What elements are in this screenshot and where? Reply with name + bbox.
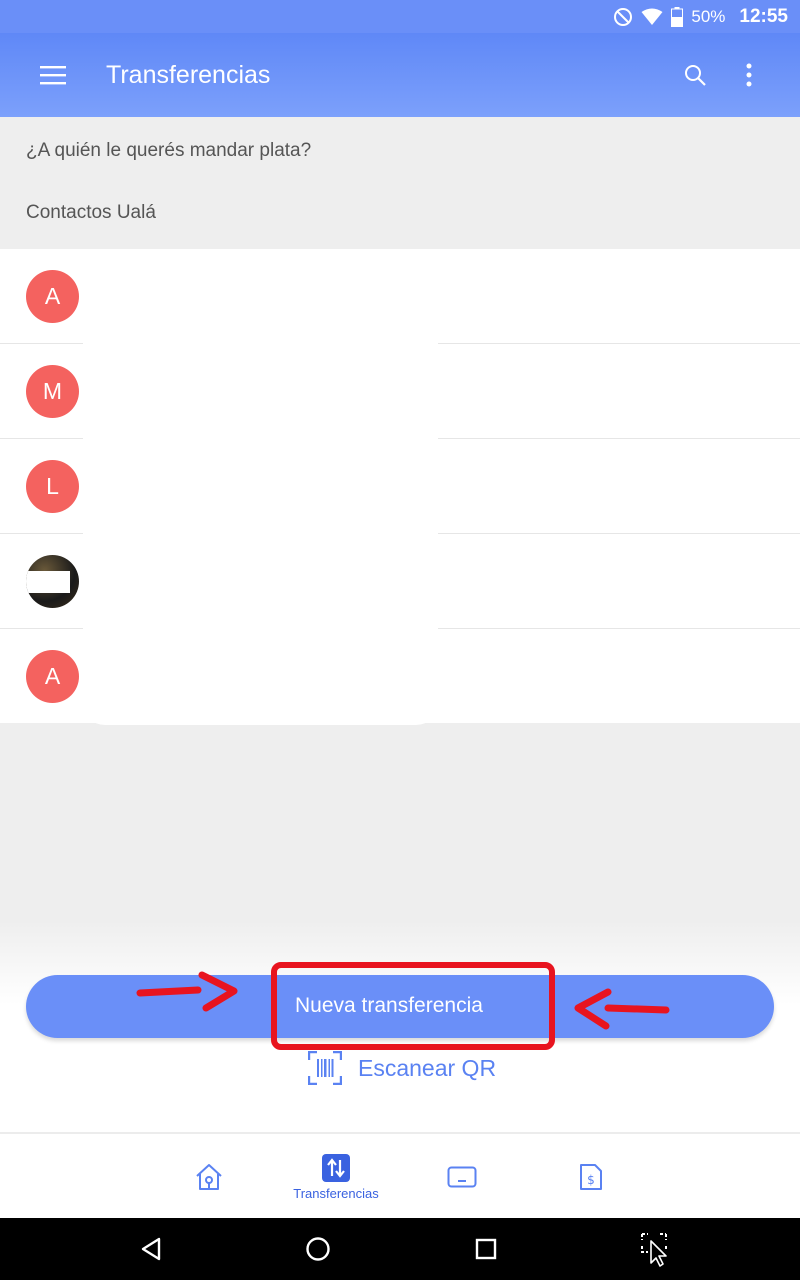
recents-button[interactable] <box>456 1218 516 1280</box>
avatar-photo <box>26 554 79 608</box>
back-button[interactable] <box>121 1218 181 1280</box>
scan-qr-button[interactable]: Escanear QR <box>308 1051 496 1085</box>
scan-qr-label: Escanear QR <box>358 1054 497 1081</box>
screenshot-pointer-icon <box>641 1233 667 1267</box>
highlight-box <box>271 962 555 1050</box>
tab-home[interactable] <box>188 1134 230 1220</box>
tab-transfers[interactable]: Transferencias <box>276 1134 396 1220</box>
page-title: Transferencias <box>106 60 271 89</box>
more-options-button[interactable] <box>722 48 776 102</box>
more-vert-icon <box>746 63 752 87</box>
do-not-disturb-icon <box>614 7 633 26</box>
clock: 12:55 <box>739 5 788 27</box>
avatar: M <box>26 364 79 418</box>
avatar: A <box>26 269 79 323</box>
redacted-area <box>83 256 438 725</box>
app-bar: Transferencias <box>0 33 800 117</box>
barcode-scan-icon <box>308 1051 342 1085</box>
arrow-right-icon <box>136 971 238 1012</box>
search-button[interactable] <box>668 48 722 102</box>
home-icon <box>196 1164 222 1190</box>
tab-transfers-label: Transferencias <box>293 1185 379 1201</box>
menu-button[interactable] <box>26 48 80 102</box>
avatar: A <box>26 650 79 703</box>
bottom-tab-bar: Transferencias $ <box>0 1132 800 1218</box>
recents-square-icon <box>475 1238 497 1260</box>
home-circle-icon <box>306 1237 330 1261</box>
system-nav-bar <box>0 1218 800 1280</box>
tab-payments[interactable]: $ <box>576 1134 606 1220</box>
battery-percent: 50% <box>691 6 726 26</box>
status-bar: 50% 12:55 <box>0 0 800 33</box>
battery-icon <box>671 6 684 27</box>
avatar: L <box>26 459 79 513</box>
home-nav-button[interactable] <box>288 1218 348 1280</box>
invoice-dollar-icon: $ <box>580 1164 602 1190</box>
screenshot-button[interactable] <box>624 1218 684 1280</box>
back-triangle-icon <box>141 1237 161 1261</box>
svg-text:$: $ <box>587 1173 595 1187</box>
card-icon <box>447 1166 477 1188</box>
search-icon <box>685 65 706 86</box>
transfer-arrows-icon <box>322 1153 350 1182</box>
tab-card[interactable] <box>446 1134 478 1220</box>
wifi-icon <box>641 8 663 25</box>
question-text: ¿A quién le querés mandar plata? <box>26 140 312 161</box>
section-title: Contactos Ualá <box>26 202 156 223</box>
hamburger-menu-icon <box>40 66 66 85</box>
arrow-left-icon <box>574 988 670 1030</box>
